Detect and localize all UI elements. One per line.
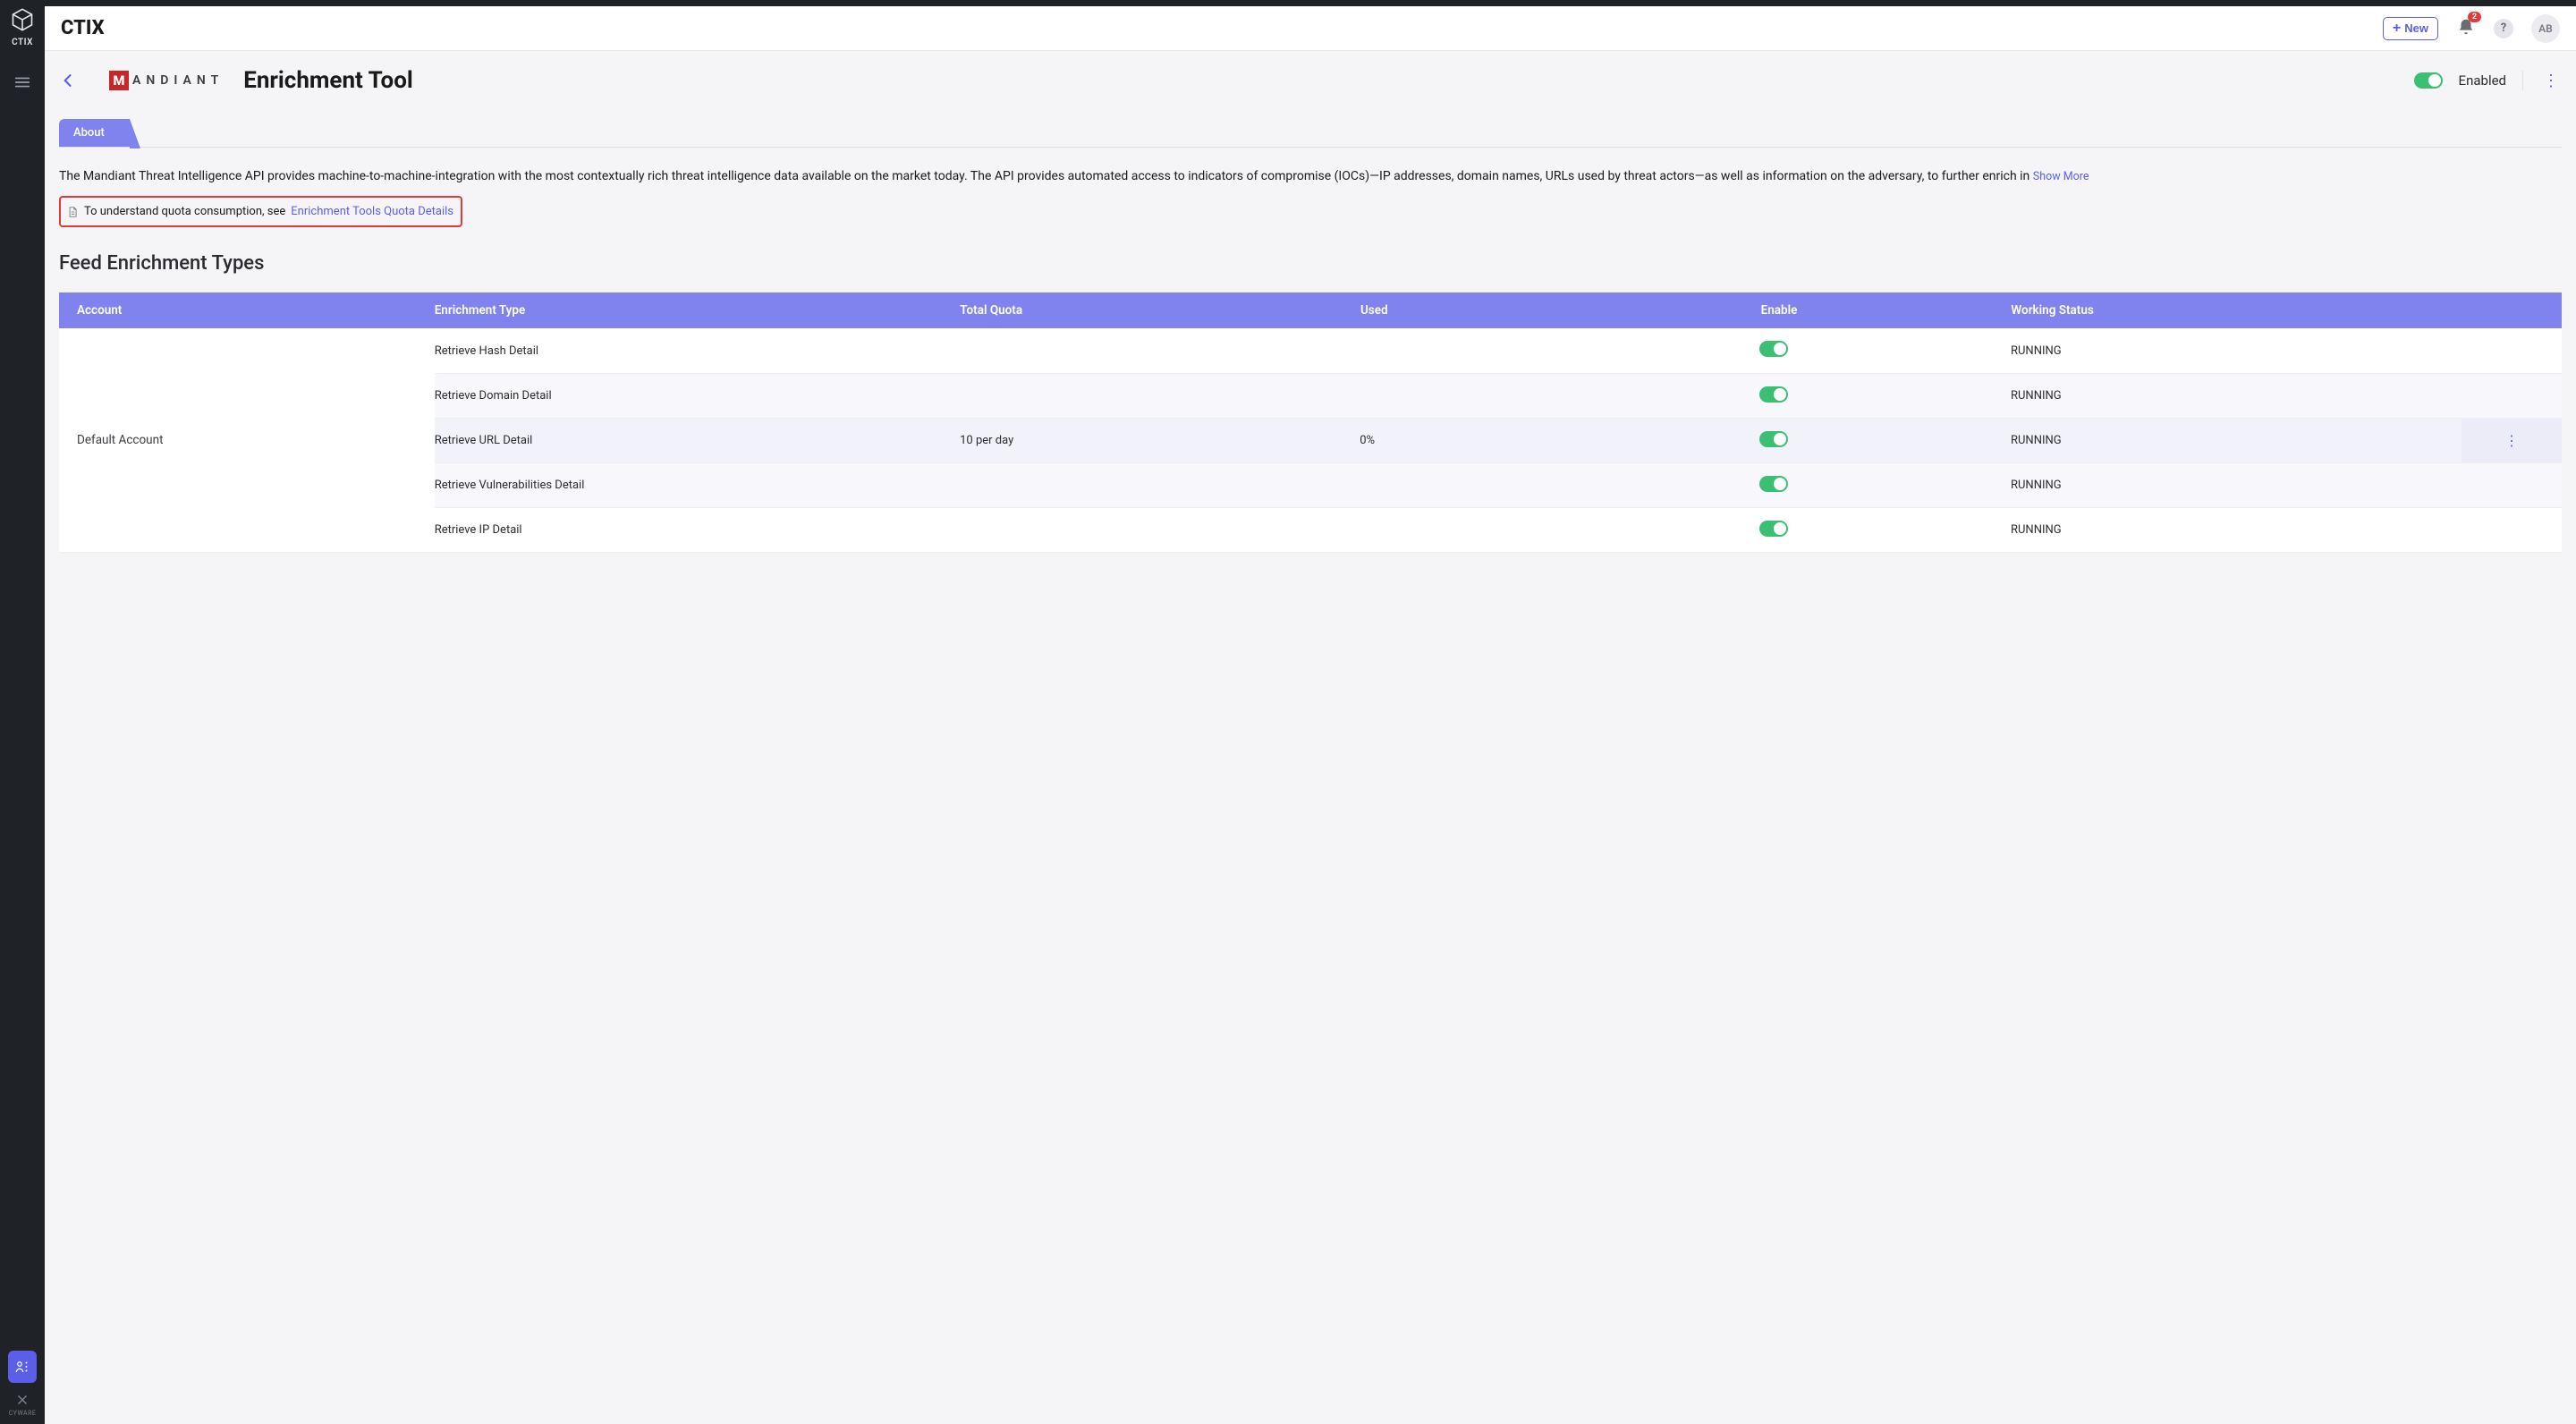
page-title: Enrichment Tool bbox=[243, 67, 413, 94]
menu-icon[interactable] bbox=[13, 72, 32, 92]
header-type: Enrichment Type bbox=[435, 303, 961, 318]
header-enable: Enable bbox=[1761, 303, 2012, 318]
quota-hint-box: To understand quota consumption, see Enr… bbox=[59, 196, 462, 227]
back-button[interactable] bbox=[59, 72, 77, 89]
top-bar: CTIX + New 2 ? AB bbox=[45, 6, 2576, 51]
cell-type: Retrieve URL Detail bbox=[435, 434, 960, 447]
vendor-name: ANDIANT bbox=[132, 73, 224, 88]
app-title: CTIX bbox=[61, 17, 105, 39]
cell-enable bbox=[1759, 476, 2011, 496]
mandiant-m-icon bbox=[109, 71, 129, 90]
cell-status: RUNNING bbox=[2011, 434, 2462, 447]
header-used: Used bbox=[1360, 303, 1761, 318]
left-rail: CTIX CYWARE bbox=[0, 0, 45, 1424]
cell-quota: 10 per day bbox=[960, 434, 1360, 447]
tab-about[interactable]: About bbox=[59, 119, 130, 147]
cell-enable bbox=[1759, 386, 2011, 406]
table-header-row: Account Enrichment Type Total Quota Used… bbox=[59, 292, 2562, 328]
cell-type: Retrieve Hash Detail bbox=[435, 344, 960, 358]
row-more-menu[interactable]: ⋮ bbox=[2462, 419, 2562, 462]
show-more-link[interactable]: Show More bbox=[2033, 170, 2089, 183]
cell-enable bbox=[1759, 431, 2011, 451]
header-status: Working Status bbox=[2011, 303, 2462, 318]
quota-hint-prefix: To understand quota consumption, see bbox=[84, 205, 285, 218]
cyware-brand: CYWARE bbox=[9, 1392, 37, 1417]
row-enable-toggle[interactable] bbox=[1759, 341, 1788, 357]
row-enable-toggle[interactable] bbox=[1759, 386, 1788, 403]
notifications-button[interactable]: 2 bbox=[2456, 17, 2476, 40]
ctix-logo-icon[interactable] bbox=[10, 7, 35, 32]
table-row[interactable]: Retrieve Hash Detail RUNNING bbox=[435, 328, 2562, 373]
row-enable-toggle[interactable] bbox=[1759, 431, 1788, 447]
vendor-logo: ANDIANT bbox=[109, 71, 224, 90]
enabled-label: Enabled bbox=[2459, 72, 2506, 89]
left-rail-app-label: CTIX bbox=[12, 38, 33, 47]
help-button[interactable]: ? bbox=[2494, 19, 2513, 38]
cell-used: 0% bbox=[1360, 434, 1759, 447]
new-button[interactable]: + New bbox=[2383, 17, 2438, 40]
quota-details-link[interactable]: Enrichment Tools Quota Details bbox=[291, 205, 453, 218]
account-cell: Default Account bbox=[59, 328, 435, 552]
cell-enable bbox=[1759, 341, 2011, 360]
header-quota: Total Quota bbox=[960, 303, 1360, 318]
table-row[interactable]: Retrieve URL Detail 10 per day 0% RUNNIN… bbox=[435, 418, 2562, 462]
account-label: Default Account bbox=[77, 433, 164, 447]
user-panel-button[interactable] bbox=[8, 1351, 37, 1383]
cell-status: RUNNING bbox=[2011, 344, 2462, 358]
divider bbox=[2522, 71, 2523, 90]
tabs: About bbox=[59, 119, 2562, 148]
tool-description: The Mandiant Threat Intelligence API pro… bbox=[59, 167, 2562, 185]
table-row[interactable]: Retrieve IP Detail RUNNING bbox=[435, 507, 2562, 552]
enrichment-types-table: Account Enrichment Type Total Quota Used… bbox=[59, 292, 2562, 553]
cell-type: Retrieve Vulnerabilities Detail bbox=[435, 479, 960, 492]
cell-type: Retrieve IP Detail bbox=[435, 523, 960, 537]
cell-enable bbox=[1759, 521, 2011, 540]
tab-about-label: About bbox=[73, 126, 105, 140]
cell-type: Retrieve Domain Detail bbox=[435, 389, 960, 403]
page-more-menu[interactable]: ⋮ bbox=[2539, 68, 2562, 94]
plus-icon: + bbox=[2393, 21, 2401, 36]
row-enable-toggle[interactable] bbox=[1759, 476, 1788, 492]
row-enable-toggle[interactable] bbox=[1759, 521, 1788, 537]
notification-badge: 2 bbox=[2468, 12, 2481, 23]
table-row[interactable]: Retrieve Domain Detail RUNNING bbox=[435, 373, 2562, 418]
tool-description-text: The Mandiant Threat Intelligence API pro… bbox=[59, 169, 2033, 183]
cell-status: RUNNING bbox=[2011, 523, 2462, 537]
cell-status: RUNNING bbox=[2011, 479, 2462, 492]
avatar[interactable]: AB bbox=[2531, 14, 2560, 43]
document-icon bbox=[66, 206, 79, 218]
section-title: Feed Enrichment Types bbox=[59, 252, 2562, 275]
window-chrome-strip bbox=[45, 0, 2576, 6]
header-account: Account bbox=[59, 303, 435, 318]
enabled-toggle[interactable] bbox=[2414, 72, 2443, 89]
new-button-label: New bbox=[2404, 21, 2428, 35]
table-row[interactable]: Retrieve Vulnerabilities Detail RUNNING bbox=[435, 462, 2562, 507]
cell-status: RUNNING bbox=[2011, 389, 2462, 403]
